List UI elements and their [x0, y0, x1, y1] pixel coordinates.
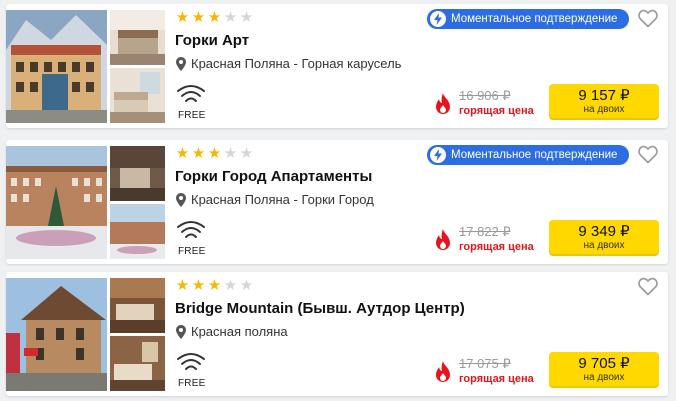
hotel-main-photo[interactable]: [6, 146, 107, 259]
hotel-main-photo[interactable]: [6, 278, 107, 391]
location-pin-icon: [176, 56, 186, 71]
favorite-heart-icon[interactable]: [638, 277, 658, 296]
price-amount: 9 705 ₽: [578, 355, 630, 372]
lightning-icon: [430, 11, 446, 27]
hot-deal-label: горящая цена: [459, 373, 534, 385]
location-pin-icon: [176, 192, 186, 207]
price-note: на двоих: [583, 372, 625, 383]
wifi-free-label: FREE: [178, 110, 206, 121]
star-rating: ★ ★ ★ ★ ★: [175, 9, 254, 26]
hot-deal-label: горящая цена: [459, 241, 534, 253]
star-rating: ★ ★ ★ ★ ★: [175, 145, 254, 162]
instant-confirmation-badge: Моментальное подтверждение: [427, 9, 629, 29]
hotel-card[interactable]: ★ ★ ★ ★ ★ Горки Арт Красная Поляна - Гор…: [6, 4, 668, 128]
hotel-card[interactable]: ★ ★ ★ ★ ★ Горки Город Апартаменты Красна…: [6, 140, 668, 264]
star-filled-icon: ★: [207, 145, 222, 162]
price-button[interactable]: 9 157 ₽ на двоих: [549, 84, 659, 120]
old-price: 16 906 ₽: [459, 88, 511, 103]
star-filled-icon: ★: [175, 9, 190, 26]
hotel-name[interactable]: Горки Арт: [175, 32, 249, 49]
star-filled-icon: ★: [207, 9, 222, 26]
star-filled-icon: ★: [191, 277, 206, 294]
hotel-room-photo[interactable]: [110, 146, 165, 201]
star-filled-icon: ★: [191, 145, 206, 162]
wifi-icon: [176, 84, 206, 106]
hotel-room-photo[interactable]: [110, 204, 165, 259]
star-empty-icon: ★: [223, 9, 238, 26]
wifi-free-label: FREE: [178, 378, 206, 389]
hotel-card[interactable]: ★ ★ ★ ★ ★ Bridge Mountain (Бывш. Аутдор …: [6, 272, 668, 396]
flame-icon: [434, 361, 452, 383]
flame-icon: [434, 229, 452, 251]
old-price: 17 822 ₽: [459, 224, 511, 239]
hotel-location: Красная Поляна - Горки Город: [176, 192, 374, 207]
hotel-room-photo[interactable]: [110, 10, 165, 65]
hotel-location: Красная Поляна - Горная карусель: [176, 56, 401, 71]
price-button[interactable]: 9 705 ₽ на двоих: [549, 352, 659, 388]
hotel-room-photo[interactable]: [110, 68, 165, 123]
star-empty-icon: ★: [239, 9, 254, 26]
hotel-name[interactable]: Bridge Mountain (Бывш. Аутдор Центр): [175, 300, 465, 317]
hot-deal-label: горящая цена: [459, 105, 534, 117]
favorite-heart-icon[interactable]: [638, 9, 658, 28]
price-note: на двоих: [583, 240, 625, 251]
lightning-icon: [430, 147, 446, 163]
hotel-room-photo[interactable]: [110, 278, 165, 333]
star-filled-icon: ★: [175, 277, 190, 294]
instant-confirmation-badge: Моментальное подтверждение: [427, 145, 629, 165]
favorite-heart-icon[interactable]: [638, 145, 658, 164]
star-empty-icon: ★: [239, 277, 254, 294]
star-empty-icon: ★: [239, 145, 254, 162]
flame-icon: [434, 93, 452, 115]
hotel-name[interactable]: Горки Город Апартаменты: [175, 168, 372, 185]
hotel-main-photo[interactable]: [6, 10, 107, 123]
star-rating: ★ ★ ★ ★ ★: [175, 277, 254, 294]
hotel-location: Красная поляна: [176, 324, 288, 339]
hotel-room-photo[interactable]: [110, 336, 165, 391]
star-filled-icon: ★: [175, 145, 190, 162]
price-note: на двоих: [583, 104, 625, 115]
star-empty-icon: ★: [223, 145, 238, 162]
badge-text: Моментальное подтверждение: [451, 13, 618, 25]
location-pin-icon: [176, 324, 186, 339]
old-price: 17 075 ₽: [459, 356, 511, 371]
price-amount: 9 157 ₽: [578, 87, 630, 104]
star-empty-icon: ★: [223, 277, 238, 294]
star-filled-icon: ★: [191, 9, 206, 26]
wifi-icon: [176, 220, 206, 242]
price-button[interactable]: 9 349 ₽ на двоих: [549, 220, 659, 256]
star-filled-icon: ★: [207, 277, 222, 294]
location-text: Красная Поляна - Горная карусель: [191, 56, 402, 71]
hotel-list: ★ ★ ★ ★ ★ Горки Арт Красная Поляна - Гор…: [0, 0, 676, 401]
badge-text: Моментальное подтверждение: [451, 149, 618, 161]
wifi-icon: [176, 352, 206, 374]
price-amount: 9 349 ₽: [578, 223, 630, 240]
location-text: Красная Поляна - Горки Город: [191, 192, 374, 207]
wifi-free-label: FREE: [178, 246, 206, 257]
location-text: Красная поляна: [191, 324, 288, 339]
